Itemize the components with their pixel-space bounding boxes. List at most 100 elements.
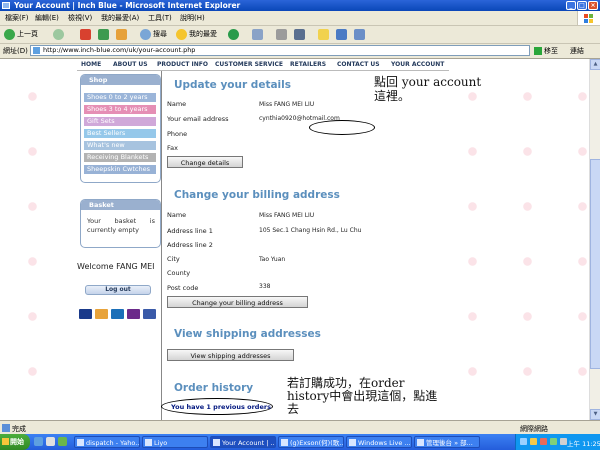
tray-network-icon[interactable] [520, 438, 527, 445]
basket-title: Basket [81, 200, 160, 210]
address-line-1-value: 105 Sec.1 Chang Hsin Rd., Lu Chu [259, 227, 362, 234]
windows-logo-icon [577, 11, 600, 25]
logout-button[interactable]: Log out [85, 285, 151, 295]
menu-favorites[interactable]: 我的最愛(A) [101, 13, 139, 23]
favorites-button[interactable]: 我的最愛 [176, 28, 217, 41]
quicklaunch-desktop-icon[interactable] [46, 437, 55, 446]
address-line-2-label: Address line 2 [167, 241, 213, 249]
nav-contact-us[interactable]: CONTACT US [337, 61, 380, 68]
web-page: HOME ABOUT US PRODUCT INFO CUSTOMER SERV… [77, 59, 449, 420]
menu-tools[interactable]: 工具(T) [148, 13, 172, 23]
county-label: County [167, 269, 191, 277]
ie-icon [2, 2, 10, 9]
maximize-button[interactable]: □ [577, 1, 587, 10]
close-button[interactable]: × [588, 1, 598, 10]
address-label: 網址(D) [3, 47, 28, 55]
search-icon [140, 28, 151, 40]
address-url: http://www.inch-blue.com/uk/your-account… [43, 46, 196, 54]
tray-volume-icon[interactable] [560, 438, 567, 445]
stop-button[interactable] [80, 28, 93, 41]
print-icon [276, 28, 287, 40]
task-dispatch[interactable]: dispatch - Yaho... [74, 436, 140, 448]
payment-cards [79, 309, 159, 320]
menu-help[interactable]: 說明(H) [180, 13, 205, 23]
messenger-button[interactable] [318, 28, 331, 41]
media-button[interactable] [228, 28, 241, 41]
shipping-heading: View shipping addresses [174, 328, 321, 340]
nav-your-account[interactable]: YOUR ACCOUNT [391, 61, 444, 68]
shop-item-sheepskin-cwtches[interactable]: Sheepskin Cwtches [84, 165, 156, 174]
window-title: Your Account | Inch Blue - Microsoft Int… [14, 1, 241, 10]
start-button[interactable]: 開始 [0, 434, 30, 450]
search-button[interactable]: 搜尋 [140, 28, 167, 41]
back-button[interactable]: 上一頁 [4, 28, 38, 41]
scroll-down-icon[interactable]: ▼ [590, 409, 600, 420]
tray-messenger-icon[interactable] [550, 438, 557, 445]
discuss-button[interactable] [354, 28, 367, 41]
tray-alert-icon[interactable] [540, 438, 547, 445]
menu-view[interactable]: 檢視(V) [68, 13, 92, 23]
change-billing-button[interactable]: Change your billing address [167, 296, 308, 308]
quicklaunch-ie-icon[interactable] [34, 437, 43, 446]
maestro-card-icon [111, 309, 124, 319]
task-liyo[interactable]: Liyo [142, 436, 208, 448]
shop-item-best-sellers[interactable]: Best Sellers [84, 129, 156, 138]
nav-product-info[interactable]: PRODUCT INFO [157, 61, 208, 68]
tray-security-icon[interactable] [530, 438, 537, 445]
home-button[interactable] [116, 28, 129, 41]
shop-item-whats-new[interactable]: What's new [84, 141, 156, 150]
shop-item-shoes-0-2[interactable]: Shoes 0 to 2 years [84, 93, 156, 102]
forward-arrow-icon [53, 28, 64, 40]
nav-customer-service[interactable]: CUSTOMER SERVICE [215, 61, 283, 68]
site-nav: HOME ABOUT US PRODUCT INFO CUSTOMER SERV… [77, 59, 449, 71]
task-your-account[interactable]: Your Account | ... [210, 436, 276, 448]
internet-zone: 網際網路 [520, 425, 548, 433]
nav-home[interactable]: HOME [81, 61, 101, 68]
update-details-heading: Update your details [174, 79, 291, 91]
order-history-heading: Order history [174, 382, 254, 394]
task-windows-live[interactable]: Windows Live ... [346, 436, 412, 448]
status-bar: 完成 網際網路 [0, 420, 600, 435]
menu-file[interactable]: 檔案(F) [5, 13, 29, 23]
change-details-button[interactable]: Change details [167, 156, 243, 168]
address-input[interactable]: http://www.inch-blue.com/uk/your-account… [30, 45, 530, 56]
shop-item-shoes-3-4[interactable]: Shoes 3 to 4 years [84, 105, 156, 114]
messenger-icon [318, 28, 329, 40]
forward-button[interactable] [53, 28, 66, 41]
annotation-order-history: 若訂購成功，在order history中會出現這個，點進去 [287, 376, 438, 416]
mail-button[interactable] [252, 28, 265, 41]
basket-box: Basket Your basket is currently empty [80, 199, 161, 248]
windows-flag-icon [2, 438, 9, 445]
scroll-thumb[interactable] [590, 159, 600, 369]
fax-label: Fax [167, 144, 178, 152]
print-button[interactable] [276, 28, 289, 41]
quicklaunch-media-icon[interactable] [58, 437, 67, 446]
research-button[interactable] [336, 28, 349, 41]
shop-item-receiving-blankets[interactable]: Receiving Blankets [84, 153, 156, 162]
browser-viewport: HOME ABOUT US PRODUCT INFO CUSTOMER SERV… [0, 59, 589, 420]
nav-about-us[interactable]: ABOUT US [113, 61, 148, 68]
refresh-button[interactable] [98, 28, 111, 41]
go-button[interactable]: 移至 [534, 46, 558, 56]
task-exson[interactable]: (g)Exson(何)(歌... [278, 436, 344, 448]
minimize-button[interactable]: _ [566, 1, 576, 10]
go-arrow-icon [534, 47, 542, 55]
mastercard-icon [95, 309, 108, 319]
page-done-icon [2, 424, 10, 432]
task-window-icon [213, 439, 220, 446]
previous-orders-link[interactable]: You have 1 previous orders [171, 403, 271, 411]
stop-icon [80, 28, 91, 40]
edit-button[interactable] [294, 28, 307, 41]
star-icon [176, 28, 187, 40]
menu-edit[interactable]: 編輯(E) [35, 13, 59, 23]
task-window-icon [77, 439, 84, 446]
nav-retailers[interactable]: RETAILERS [290, 61, 326, 68]
annotation-your-account: 點回 your account 這裡。 [374, 75, 482, 103]
vertical-scrollbar[interactable]: ▲ ▼ [589, 59, 600, 420]
task-admin[interactable]: 管理後台 » 部... [414, 436, 480, 448]
view-shipping-button[interactable]: View shipping addresses [167, 349, 294, 361]
links-button[interactable]: 連結 [570, 46, 584, 56]
shop-item-gift-sets[interactable]: Gift Sets [84, 117, 156, 126]
solo-card-icon [127, 309, 140, 319]
scroll-up-icon[interactable]: ▲ [590, 59, 600, 70]
